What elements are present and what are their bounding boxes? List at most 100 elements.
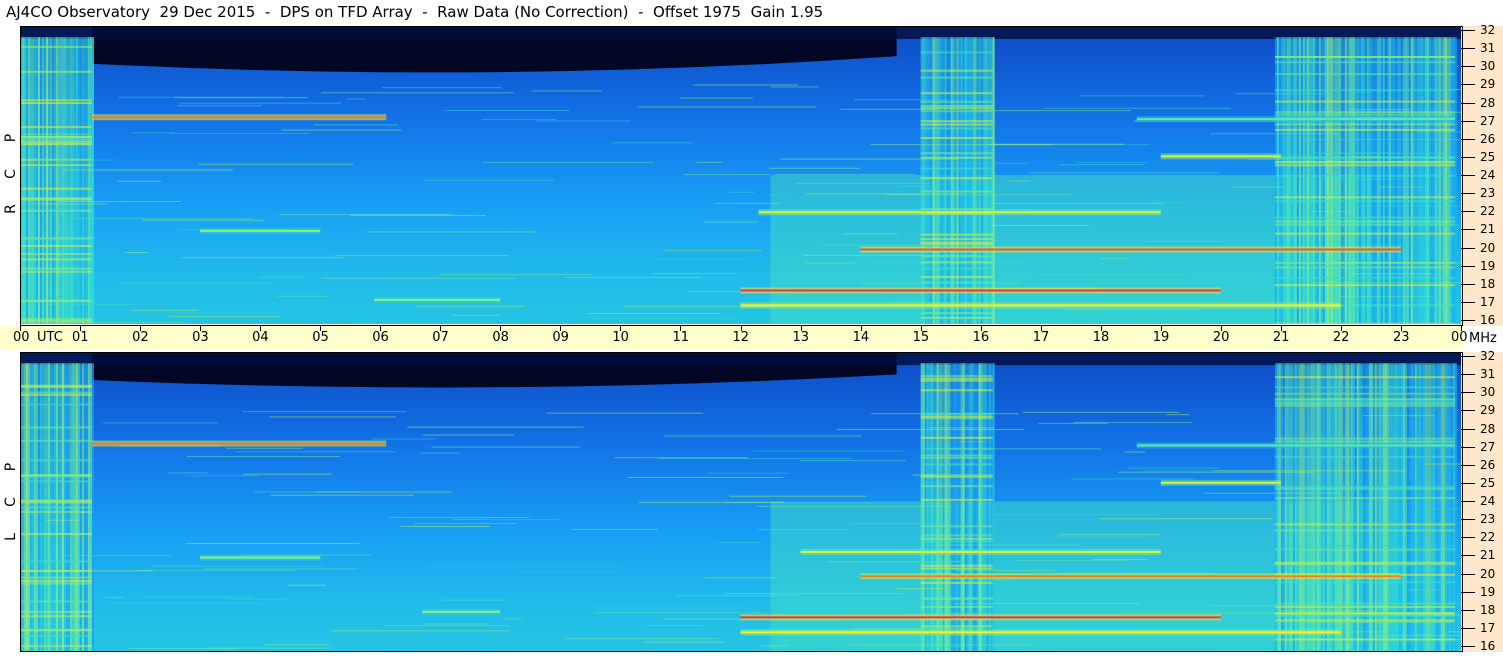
frequency-tick-label: 32 (1480, 349, 1496, 363)
rcp-rfi-streak (1378, 37, 1381, 324)
frequency-tick (1461, 428, 1475, 430)
lcp-texture-line (419, 452, 461, 454)
lcp-texture-line (753, 450, 904, 452)
lcp-texture-line (594, 612, 768, 614)
lcp-texture-line (242, 411, 407, 413)
frequency-tick-label: 16 (1480, 639, 1496, 653)
frequency-tick-label: 19 (1480, 584, 1496, 599)
rcp-rfi-streak (1426, 37, 1429, 324)
rcp-texture-line (651, 273, 736, 275)
frequency-tick-label: 24 (1480, 494, 1496, 508)
lcp-texture-line (1208, 624, 1319, 626)
rcp-texture-line (59, 321, 186, 323)
utc-tick-label: 11 (672, 330, 689, 345)
rcp-texture-line (1076, 162, 1147, 164)
rcp-texture-line (366, 231, 535, 233)
rcp-rfi-streak (22, 37, 24, 324)
rcp-texture-line (664, 249, 762, 251)
rcp-rfi-streak (64, 37, 66, 324)
lcp-pol-letter: L (3, 533, 19, 541)
lcp-texture-line (242, 473, 332, 475)
frequency-tick (1461, 48, 1475, 50)
utc-tick-label: 02 (132, 330, 149, 345)
rcp-texture-line (1336, 111, 1461, 113)
rcp-texture-line (536, 120, 631, 122)
lcp-rfi-line (20, 635, 93, 638)
rcp-texture-line (382, 87, 502, 89)
lcp-rfi-line (920, 456, 993, 459)
rcp-texture-line (795, 183, 930, 185)
rcp-rfi-streak (1310, 37, 1313, 324)
lcp-top-dark-strip (20, 352, 1461, 366)
rcp-rfi-streak (60, 37, 62, 324)
lcp-texture-line (1405, 589, 1442, 591)
rcp-texture-line (40, 209, 78, 211)
rcp-rfi-streak (66, 37, 68, 324)
frequency-tick (1461, 66, 1475, 68)
lcp-texture-line (236, 451, 397, 453)
lcp-texture-line (167, 472, 208, 474)
rcp-texture-line (771, 86, 819, 88)
lcp-rfi-line (920, 534, 993, 537)
lcp-texture-line (1166, 414, 1190, 416)
rcp-rfi-streak (1284, 37, 1287, 324)
rcp-rfi-streak (1366, 37, 1369, 324)
rcp-rfi-line (20, 258, 93, 261)
rcp-rfi-streak (90, 37, 92, 324)
lcp-texture-line (270, 494, 414, 496)
rcp-texture-line (1310, 282, 1461, 284)
rcp-rfi-streak (1324, 37, 1327, 324)
rcp-texture-line (482, 161, 655, 163)
lcp-pol-letter: C (3, 497, 19, 507)
lcp-rfi-line (1274, 619, 1455, 622)
lcp-texture-line (757, 505, 952, 507)
rcp-rfi-streak (26, 37, 28, 324)
rcp-texture-line (1145, 241, 1222, 243)
rcp-texture-line (683, 297, 792, 299)
lcp-texture-line (827, 561, 961, 563)
rcp-texture-line (322, 277, 516, 279)
lcp-texture-line (627, 476, 784, 478)
rcp-rfi-streak (1398, 37, 1401, 324)
rcp-rfi-streak (54, 37, 56, 324)
rcp-rfi-line (20, 45, 93, 48)
rcp-texture-line (593, 317, 740, 319)
rcp-rfi-streak (32, 37, 34, 324)
frequency-tick-label: 31 (1480, 41, 1496, 56)
rcp-rfi-streak (1338, 37, 1341, 324)
frequency-tick-label: 28 (1480, 95, 1496, 110)
rcp-rfi-line (20, 299, 93, 302)
rcp-texture-line (715, 202, 780, 204)
rcp-texture-line (1294, 266, 1380, 268)
rcp-texture-line (1308, 222, 1444, 224)
rcp-rfi-line (920, 316, 993, 319)
lcp-texture-line (441, 599, 508, 601)
lcp-texture-line (1058, 534, 1161, 536)
rcp-rfi-streak (1386, 37, 1389, 324)
rcp-rfi-streak (1336, 37, 1339, 324)
rcp-rfi-line (20, 138, 93, 141)
rcp-signal-line (374, 298, 501, 301)
rcp-signal-line (200, 229, 321, 232)
rcp-rfi-streak (50, 37, 52, 324)
lcp-signal-line (200, 556, 321, 559)
rcp-texture-line (452, 314, 501, 316)
rcp-rfi-line (920, 69, 993, 72)
rcp-texture-line (929, 189, 1037, 191)
rcp-texture-line (653, 258, 746, 260)
frequency-tick (1461, 301, 1475, 303)
rcp-rfi-streak (1312, 37, 1315, 324)
lcp-texture-line (937, 448, 1101, 450)
rcp-rfi-line (920, 100, 993, 103)
rcp-rfi-line (20, 197, 93, 200)
chart-title: AJ4CO Observatory 29 Dec 2015 - DPS on T… (6, 3, 824, 21)
frequency-tick (1461, 265, 1475, 267)
lcp-texture-line (851, 628, 982, 630)
lcp-rfi-line (20, 610, 93, 613)
rcp-rfi-line (20, 143, 93, 146)
lcp-rfi-line (1274, 400, 1455, 403)
utc-tick-label: 00 (1451, 330, 1468, 345)
rcp-texture-line (1352, 91, 1373, 93)
rcp-texture-line (1350, 109, 1411, 111)
lcp-texture-line (546, 412, 703, 414)
